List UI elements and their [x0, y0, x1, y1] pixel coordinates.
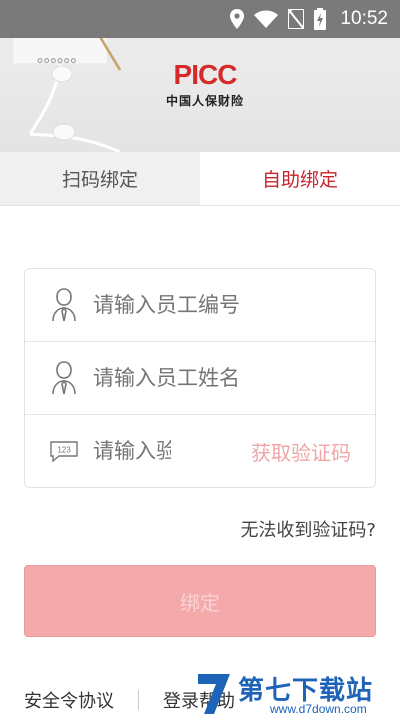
wifi-icon — [254, 10, 279, 28]
tab-self-bind[interactable]: 自助绑定 — [200, 152, 400, 205]
person-icon — [47, 360, 81, 396]
cant-receive-code-link[interactable]: 无法收到验证码? — [240, 516, 376, 542]
footer-divider — [138, 690, 139, 710]
binding-tabs: 扫码绑定 自助绑定 — [0, 152, 400, 206]
logo-mark: PICC — [173, 59, 238, 90]
get-code-button[interactable]: 获取验证码 — [251, 437, 351, 466]
verification-code-input[interactable] — [93, 439, 171, 463]
keypad-icon-text: 123 — [57, 446, 71, 455]
watermark: 第七下载站 www.d7down.com — [194, 666, 394, 720]
security-agreement-link[interactable]: 安全令协议 — [24, 687, 114, 713]
person-icon — [47, 287, 81, 323]
employee-id-input[interactable] — [93, 293, 361, 317]
employee-id-row — [25, 269, 375, 342]
verification-code-row: 123 获取验证码 — [25, 415, 375, 487]
location-icon — [230, 9, 245, 29]
keypad-123-icon: 123 — [47, 440, 81, 462]
battery-charging-icon — [314, 8, 327, 30]
bind-button[interactable]: 绑定 — [24, 565, 376, 637]
tab-scan-bind[interactable]: 扫码绑定 — [0, 152, 200, 205]
bind-form: 123 获取验证码 — [24, 268, 376, 488]
picc-logo: PICC 中国人保财险 — [150, 60, 260, 120]
header-banner: PICC 中国人保财险 10:52 — [0, 0, 400, 152]
employee-name-input[interactable] — [93, 366, 361, 390]
logo-subtitle: 中国人保财险 — [165, 94, 244, 108]
no-sim-icon — [288, 9, 305, 29]
status-bar: 10:52 — [0, 0, 400, 38]
earphones-illustration — [28, 64, 121, 152]
watermark-logo-icon — [198, 674, 230, 714]
status-time: 10:52 — [340, 8, 388, 29]
watermark-url: www.d7down.com — [270, 702, 367, 716]
employee-name-row — [25, 342, 375, 415]
